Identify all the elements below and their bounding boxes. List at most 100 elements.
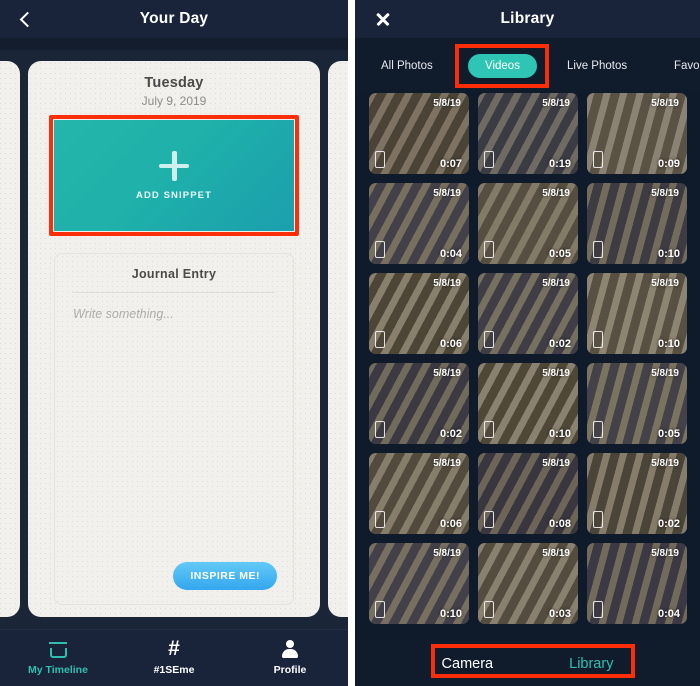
day-card-carousel[interactable]: Tuesday July 9, 2019 ADD SNIPPET Journal… — [0, 50, 348, 629]
next-day-card[interactable] — [328, 61, 348, 617]
video-badge-icon — [484, 601, 494, 618]
video-thumbnail[interactable]: 5/8/19 0:04 — [587, 543, 687, 624]
video-badge-icon — [593, 241, 603, 258]
thumbnail-duration: 0:05 — [548, 248, 571, 260]
video-thumbnail[interactable]: 5/8/19 0:09 — [587, 93, 687, 174]
thumbnail-date: 5/8/19 — [651, 548, 679, 559]
video-thumbnail[interactable]: 5/8/19 0:03 — [478, 543, 578, 624]
thumbnail-duration: 0:05 — [657, 428, 680, 440]
video-badge-icon — [375, 331, 385, 348]
back-button[interactable] — [12, 0, 42, 38]
tab-profile[interactable]: Profile — [232, 640, 348, 676]
current-day-card: Tuesday July 9, 2019 ADD SNIPPET Journal… — [28, 61, 320, 617]
plus-icon — [159, 150, 189, 181]
your-day-navbar: Your Day — [0, 0, 348, 38]
journal-entry-panel: Journal Entry Write something... INSPIRE… — [54, 253, 294, 605]
thumbnail-date: 5/8/19 — [542, 278, 570, 289]
thumbnail-date: 5/8/19 — [433, 278, 461, 289]
add-snippet-button[interactable]: ADD SNIPPET — [54, 120, 294, 231]
thumbnail-date: 5/8/19 — [433, 98, 461, 109]
hash-icon: # — [168, 637, 180, 660]
close-button[interactable] — [367, 0, 397, 38]
journal-text-input[interactable]: Write something... — [55, 293, 293, 321]
thumbnail-duration: 0:02 — [548, 338, 571, 350]
video-thumbnail[interactable]: 5/8/19 0:19 — [478, 93, 578, 174]
navbar-shadow-strip — [0, 38, 348, 50]
thumbnail-date: 5/8/19 — [433, 188, 461, 199]
video-badge-icon — [484, 151, 494, 168]
tab-1seme[interactable]: # #1SEme — [116, 637, 232, 676]
tab-my-timeline[interactable]: My Timeline — [0, 640, 116, 676]
thumbnail-duration: 0:02 — [439, 428, 462, 440]
filter-videos[interactable]: Videos — [468, 53, 537, 78]
your-day-screen: Your Day Tuesday July 9, 2019 ADD SNIPPE… — [0, 0, 348, 686]
thumbnail-duration: 0:10 — [657, 338, 680, 350]
video-thumbnail[interactable]: 5/8/19 0:08 — [478, 453, 578, 534]
page-title: Your Day — [139, 10, 209, 27]
source-library[interactable]: Library — [569, 656, 613, 672]
video-badge-icon — [484, 511, 494, 528]
tab-1seme-label: #1SEme — [153, 664, 195, 676]
video-badge-icon — [484, 241, 494, 258]
thumbnail-duration: 0:02 — [657, 518, 680, 530]
video-badge-icon — [375, 241, 385, 258]
thumbnail-date: 5/8/19 — [542, 98, 570, 109]
thumbnail-duration: 0:03 — [548, 608, 571, 620]
thumbnail-duration: 0:06 — [439, 338, 462, 350]
video-thumbnail[interactable]: 5/8/19 0:10 — [369, 543, 469, 624]
video-thumbnail[interactable]: 5/8/19 0:10 — [587, 183, 687, 264]
video-thumbnail[interactable]: 5/8/19 0:06 — [369, 273, 469, 354]
source-camera[interactable]: Camera — [442, 656, 494, 672]
video-thumbnail[interactable]: 5/8/19 0:04 — [369, 183, 469, 264]
thumbnail-date: 5/8/19 — [542, 458, 570, 469]
video-thumbnail[interactable]: 5/8/19 0:02 — [369, 363, 469, 444]
video-badge-icon — [593, 151, 603, 168]
thumbnail-date: 5/8/19 — [542, 188, 570, 199]
thumbnail-date: 5/8/19 — [433, 368, 461, 379]
video-badge-icon — [375, 511, 385, 528]
thumbnail-date: 5/8/19 — [433, 548, 461, 559]
person-icon — [281, 640, 299, 658]
inspire-me-button[interactable]: INSPIRE ME! — [173, 562, 277, 590]
video-badge-icon — [375, 151, 385, 168]
add-snippet-label: ADD SNIPPET — [136, 189, 212, 201]
thumbnail-date: 5/8/19 — [651, 278, 679, 289]
video-thumbnail[interactable]: 5/8/19 0:02 — [478, 273, 578, 354]
video-badge-icon — [593, 331, 603, 348]
day-name: Tuesday — [144, 75, 204, 91]
thumbnail-date: 5/8/19 — [651, 98, 679, 109]
thumbnail-date: 5/8/19 — [542, 368, 570, 379]
library-screen: Library All Photos Videos Live Photos Fa… — [355, 0, 700, 686]
video-badge-icon — [375, 421, 385, 438]
thumbnail-date: 5/8/19 — [651, 458, 679, 469]
video-thumbnail[interactable]: 5/8/19 0:07 — [369, 93, 469, 174]
video-thumbnail[interactable]: 5/8/19 0:02 — [587, 453, 687, 534]
video-thumbnail[interactable]: 5/8/19 0:10 — [587, 273, 687, 354]
filter-favorites[interactable]: Favori — [674, 60, 700, 72]
previous-day-card[interactable] — [0, 61, 20, 617]
video-thumbnail[interactable]: 5/8/19 0:10 — [478, 363, 578, 444]
library-navbar: Library — [355, 0, 700, 38]
add-snippet-wrapper: ADD SNIPPET — [49, 115, 299, 236]
thumbnail-date: 5/8/19 — [651, 368, 679, 379]
filter-live-photos[interactable]: Live Photos — [567, 60, 627, 72]
video-badge-icon — [484, 331, 494, 348]
video-badge-icon — [593, 601, 603, 618]
filter-all-photos[interactable]: All Photos — [381, 60, 433, 72]
thumbnail-duration: 0:10 — [439, 608, 462, 620]
thumbnail-duration: 0:09 — [657, 158, 680, 170]
video-badge-icon — [375, 601, 385, 618]
library-filter-tabs: All Photos Videos Live Photos Favori — [355, 38, 700, 93]
tab-my-timeline-label: My Timeline — [28, 664, 88, 676]
thumbnail-duration: 0:10 — [657, 248, 680, 260]
thumbnail-duration: 0:04 — [657, 608, 680, 620]
video-thumbnail[interactable]: 5/8/19 0:05 — [478, 183, 578, 264]
calendar-icon — [49, 641, 67, 658]
library-title: Library — [500, 10, 555, 27]
video-thumbnail[interactable]: 5/8/19 0:06 — [369, 453, 469, 534]
video-thumbnail[interactable]: 5/8/19 0:05 — [587, 363, 687, 444]
thumbnail-date: 5/8/19 — [433, 458, 461, 469]
thumbnail-duration: 0:10 — [548, 428, 571, 440]
chevron-left-icon — [19, 11, 35, 27]
thumbnail-duration: 0:04 — [439, 248, 462, 260]
